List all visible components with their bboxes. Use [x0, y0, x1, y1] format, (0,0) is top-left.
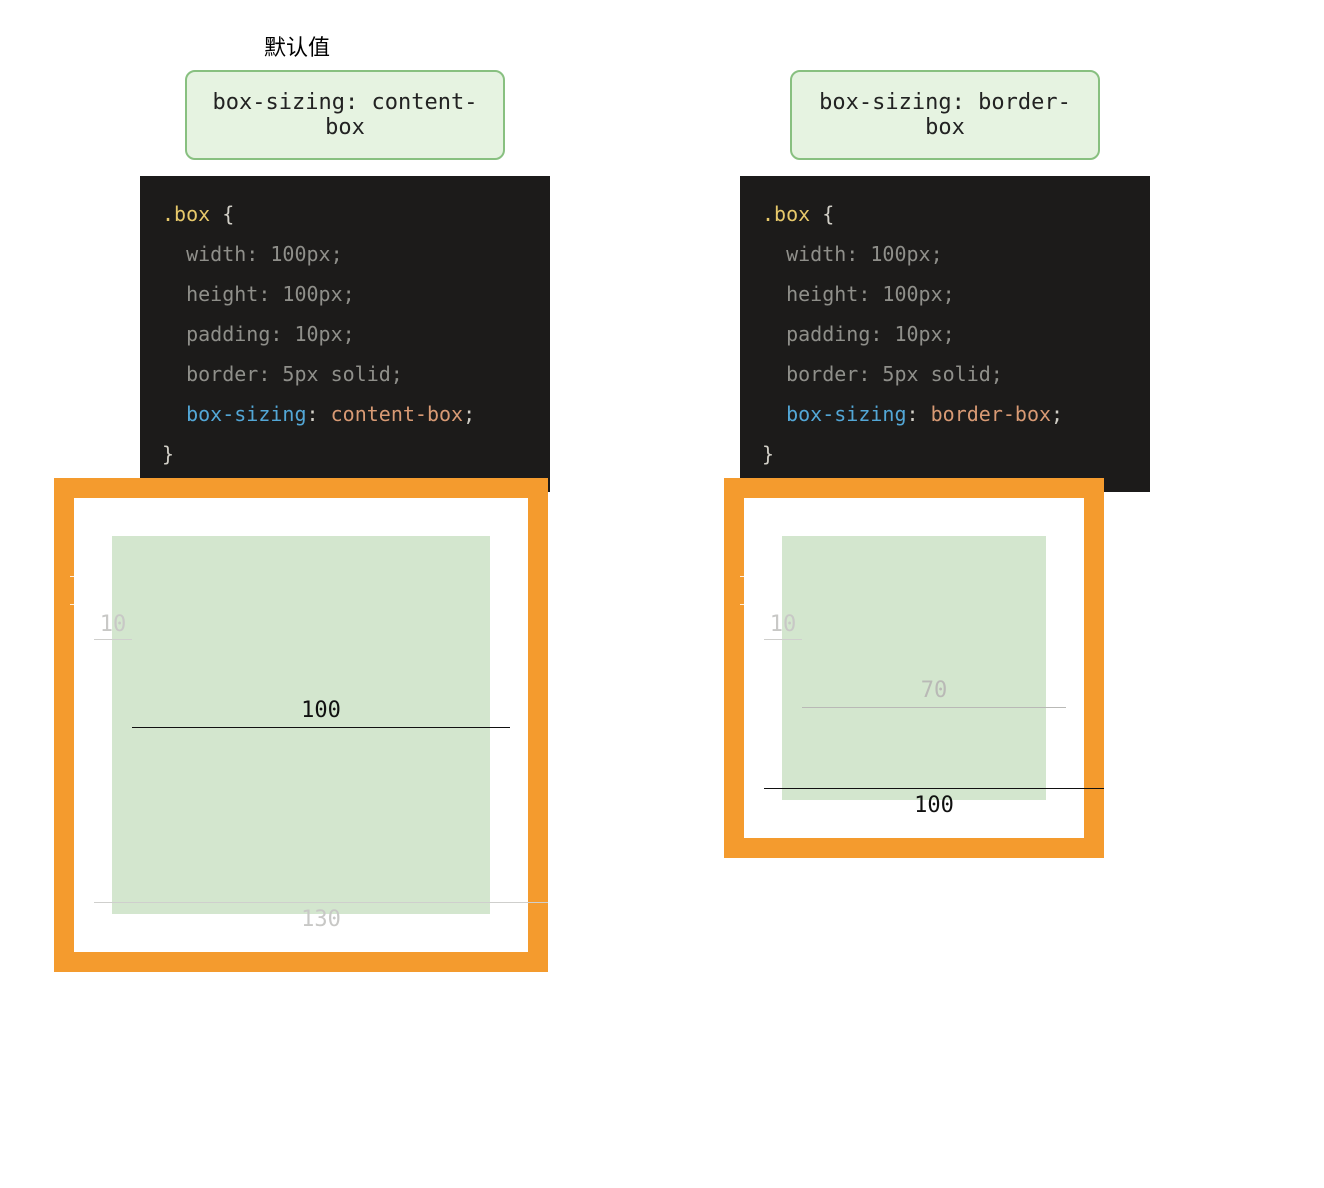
default-value-label: 默认值 [264, 30, 330, 62]
content-width-value: 70 [921, 678, 948, 703]
total-width-value: 100 [914, 793, 954, 818]
code-border: border: 5px solid; [786, 362, 1003, 386]
code-sizing-prop: box-sizing [186, 402, 306, 426]
dimension-rule [94, 902, 548, 903]
code-height: height: 100px; [186, 282, 355, 306]
code-height: height: 100px; [786, 282, 955, 306]
border-box-pill: box-sizing: border-box [790, 70, 1100, 160]
content-box-diagram: 5 10 100 130 [54, 478, 548, 972]
code-width: width: 100px; [186, 242, 343, 266]
border-box-diagram: 5 10 70 100 [724, 478, 1104, 858]
box-content-area [782, 536, 1046, 800]
box-border-area: 5 10 70 100 [724, 478, 1104, 858]
code-width: width: 100px; [786, 242, 943, 266]
code-brace-open: { [822, 202, 834, 226]
code-selector: .box [762, 202, 810, 226]
code-brace-close: } [162, 442, 174, 466]
code-padding: padding: 10px; [186, 322, 355, 346]
code-brace-close: } [762, 442, 774, 466]
code-border: border: 5px solid; [186, 362, 403, 386]
content-box-pill: box-sizing: content-box [185, 70, 505, 160]
padding-size-label: 10 [764, 612, 802, 640]
code-sizing-val: border-box [931, 402, 1051, 426]
code-padding: padding: 10px; [786, 322, 955, 346]
box-border-area: 5 10 100 130 [54, 478, 548, 972]
content-box-column: box-sizing: content-box .box { width: 10… [140, 70, 550, 492]
dimension-rule [764, 788, 1104, 789]
total-width-label: 130 [94, 902, 548, 932]
total-width-label: 100 [764, 788, 1104, 818]
border-size-label: 5 [740, 576, 768, 605]
border-box-code: .box { width: 100px; height: 100px; padd… [740, 176, 1150, 492]
dimension-rule [802, 707, 1066, 708]
border-box-column: box-sizing: border-box .box { width: 100… [740, 70, 1150, 492]
code-selector: .box [162, 202, 210, 226]
content-width-label: 100 [132, 698, 510, 728]
content-width-label: 70 [802, 678, 1066, 708]
padding-size-label: 10 [94, 612, 132, 640]
box-sizing-diagram: 默认值 box-sizing: content-box .box { width… [0, 0, 1324, 1188]
code-sizing-val: content-box [331, 402, 463, 426]
code-sizing-prop: box-sizing [786, 402, 906, 426]
border-size-label: 5 [70, 576, 98, 605]
dimension-rule [132, 727, 510, 728]
content-box-code: .box { width: 100px; height: 100px; padd… [140, 176, 550, 492]
content-width-value: 100 [301, 698, 341, 723]
total-width-value: 130 [301, 907, 341, 932]
code-brace-open: { [222, 202, 234, 226]
